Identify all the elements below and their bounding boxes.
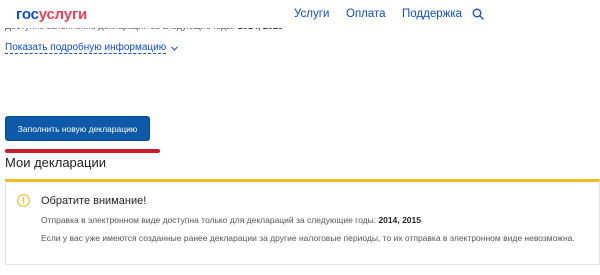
show-details-label: Показать подробную информацию — [5, 42, 167, 54]
nav-support[interactable]: Поддержка — [402, 8, 462, 20]
nav-payment[interactable]: Оплата — [346, 8, 386, 20]
fill-new-declaration-button[interactable]: Заполнить новую декларацию — [5, 116, 150, 141]
search-icon[interactable] — [472, 8, 484, 20]
site-header: госуслуги Услуги Оплата Поддержка — [0, 0, 600, 28]
notice-box: Обратите внимание! Отправка в электронно… — [5, 179, 600, 265]
notice-text-other-periods: Если у вас уже имеются созданные ранее д… — [41, 233, 575, 243]
gosuslugi-logo[interactable]: госуслуги — [16, 6, 87, 23]
notice-text-years: Отправка в электронном виде доступна тол… — [41, 215, 421, 225]
notice-title: Обратите внимание! — [41, 195, 147, 207]
annotation-underline — [5, 149, 160, 153]
logo-part-uslugi: услуги — [38, 6, 88, 23]
chevron-down-icon — [171, 45, 179, 51]
nav-services[interactable]: Услуги — [294, 8, 329, 20]
show-details-link[interactable]: Показать подробную информацию — [5, 42, 179, 54]
notice-years-value: 2014, 2015 — [378, 215, 421, 225]
warning-icon — [17, 194, 30, 207]
my-declarations-title: Мои декларации — [5, 155, 106, 170]
logo-part-gos: гос — [16, 6, 39, 23]
